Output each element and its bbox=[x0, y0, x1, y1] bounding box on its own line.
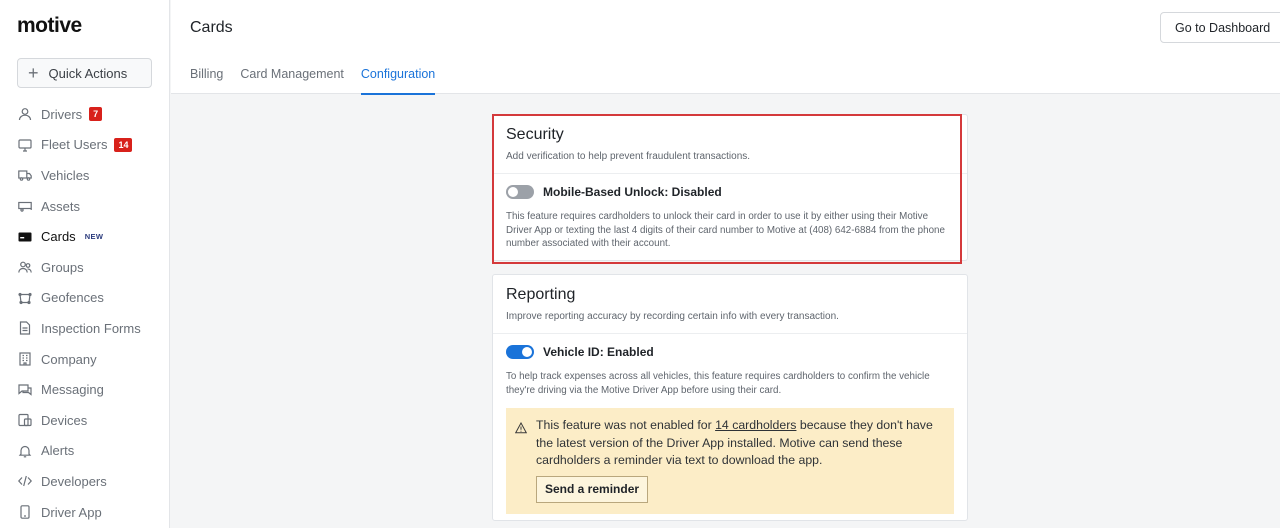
sidebar-item-assets[interactable]: Assets bbox=[0, 191, 170, 222]
code-icon bbox=[18, 474, 32, 488]
go-to-dashboard-button[interactable]: Go to Dashboard bbox=[1160, 12, 1280, 43]
sidebar-item-label: Groups bbox=[41, 259, 84, 275]
sidebar-item-groups[interactable]: Groups bbox=[0, 252, 170, 283]
vehicle-id-label: Vehicle ID: Enabled bbox=[543, 345, 654, 359]
count-badge: 14 bbox=[114, 137, 133, 152]
security-card: Security Add verification to help preven… bbox=[492, 114, 968, 261]
vehicle-id-toggle[interactable] bbox=[506, 345, 534, 359]
sidebar-item-cards[interactable]: Cards NEW bbox=[0, 221, 170, 252]
sidebar-item-label: Cards bbox=[41, 229, 76, 245]
tab-card-management[interactable]: Card Management bbox=[240, 67, 344, 94]
sidebar-item-label: Geofences bbox=[41, 290, 104, 306]
security-description: This feature requires cardholders to unl… bbox=[506, 211, 945, 249]
mobile-unlock-label: Mobile-Based Unlock: Disabled bbox=[543, 185, 722, 199]
send-reminder-button[interactable]: Send a reminder bbox=[536, 475, 649, 503]
trailer-icon bbox=[18, 199, 32, 213]
sidebar-item-messaging[interactable]: Messaging bbox=[0, 374, 170, 405]
sidebar-item-label: Messaging bbox=[41, 382, 104, 398]
sidebar-item-vehicles[interactable]: Vehicles bbox=[0, 160, 170, 191]
mobile-unlock-toggle[interactable] bbox=[506, 185, 534, 199]
plus-icon: + bbox=[28, 63, 39, 83]
sidebar-item-label: Alerts bbox=[41, 443, 75, 459]
sidebar-item-inspection-forms[interactable]: Inspection Forms bbox=[0, 313, 170, 344]
page-header: Cards Go to Dashboard Billing Card Manag… bbox=[171, 0, 1280, 95]
phone-icon bbox=[18, 505, 32, 519]
sidebar-item-label: Devices bbox=[41, 412, 88, 428]
reporting-subtitle: Improve reporting accuracy by recording … bbox=[506, 311, 839, 322]
sidebar-nav: Drivers 7 Fleet Users 14 Vehicles Assets… bbox=[0, 99, 170, 527]
document-icon bbox=[18, 321, 32, 336]
sidebar-item-driver-app[interactable]: Driver App bbox=[0, 497, 170, 528]
bell-icon bbox=[18, 444, 32, 458]
sidebar-item-label: Driver App bbox=[41, 504, 102, 520]
quick-actions-button[interactable]: + Quick Actions bbox=[17, 58, 152, 88]
tab-billing[interactable]: Billing bbox=[190, 67, 223, 94]
sidebar-item-alerts[interactable]: Alerts bbox=[0, 436, 170, 467]
geofence-icon bbox=[18, 291, 32, 305]
reporting-title: Reporting bbox=[506, 286, 576, 303]
monitor-icon bbox=[18, 138, 32, 152]
sidebar-item-label: Vehicles bbox=[41, 167, 90, 183]
tab-bar: Billing Card Management Configuration bbox=[190, 67, 452, 95]
truck-icon bbox=[18, 168, 32, 182]
security-subtitle: Add verification to help prevent fraudul… bbox=[506, 151, 751, 162]
card-icon bbox=[18, 230, 32, 244]
group-icon bbox=[18, 260, 32, 274]
sidebar-item-label: Company bbox=[41, 351, 97, 367]
sidebar-item-company[interactable]: Company bbox=[0, 344, 170, 375]
count-badge: 7 bbox=[89, 107, 103, 122]
chat-icon bbox=[18, 383, 32, 397]
devices-icon bbox=[18, 413, 32, 427]
motive-logo[interactable]: motive bbox=[17, 14, 82, 38]
warning-icon bbox=[515, 422, 527, 434]
person-icon bbox=[18, 107, 32, 121]
app-root: motive + Quick Actions Drivers 7 Fleet U… bbox=[0, 0, 1280, 528]
cardholders-link[interactable]: 14 cardholders bbox=[715, 418, 796, 432]
reporting-description: To help track expenses across all vehicl… bbox=[506, 371, 930, 396]
sidebar-item-label: Drivers bbox=[41, 106, 83, 122]
new-tag: NEW bbox=[84, 232, 104, 242]
warning-text: This feature was not enabled for bbox=[536, 418, 716, 432]
sidebar-item-fleet-users[interactable]: Fleet Users 14 bbox=[0, 130, 170, 161]
security-title: Security bbox=[506, 126, 564, 143]
tab-configuration[interactable]: Configuration bbox=[360, 67, 436, 95]
warning-banner: This feature was not enabled for 14 card… bbox=[506, 408, 954, 514]
reporting-card: Reporting Improve reporting accuracy by … bbox=[492, 274, 968, 521]
sidebar: motive + Quick Actions Drivers 7 Fleet U… bbox=[0, 0, 170, 528]
sidebar-item-label: Fleet Users bbox=[41, 137, 108, 153]
sidebar-item-drivers[interactable]: Drivers 7 bbox=[0, 99, 170, 130]
sidebar-item-label: Inspection Forms bbox=[41, 320, 141, 336]
sidebar-item-geofences[interactable]: Geofences bbox=[0, 283, 170, 314]
page-title: Cards bbox=[190, 19, 233, 36]
sidebar-item-devices[interactable]: Devices bbox=[0, 405, 170, 436]
sidebar-item-label: Developers bbox=[41, 473, 107, 489]
quick-actions-label: Quick Actions bbox=[48, 65, 128, 81]
sidebar-item-developers[interactable]: Developers bbox=[0, 466, 170, 497]
sidebar-item-label: Assets bbox=[41, 198, 81, 214]
building-icon bbox=[18, 352, 32, 366]
